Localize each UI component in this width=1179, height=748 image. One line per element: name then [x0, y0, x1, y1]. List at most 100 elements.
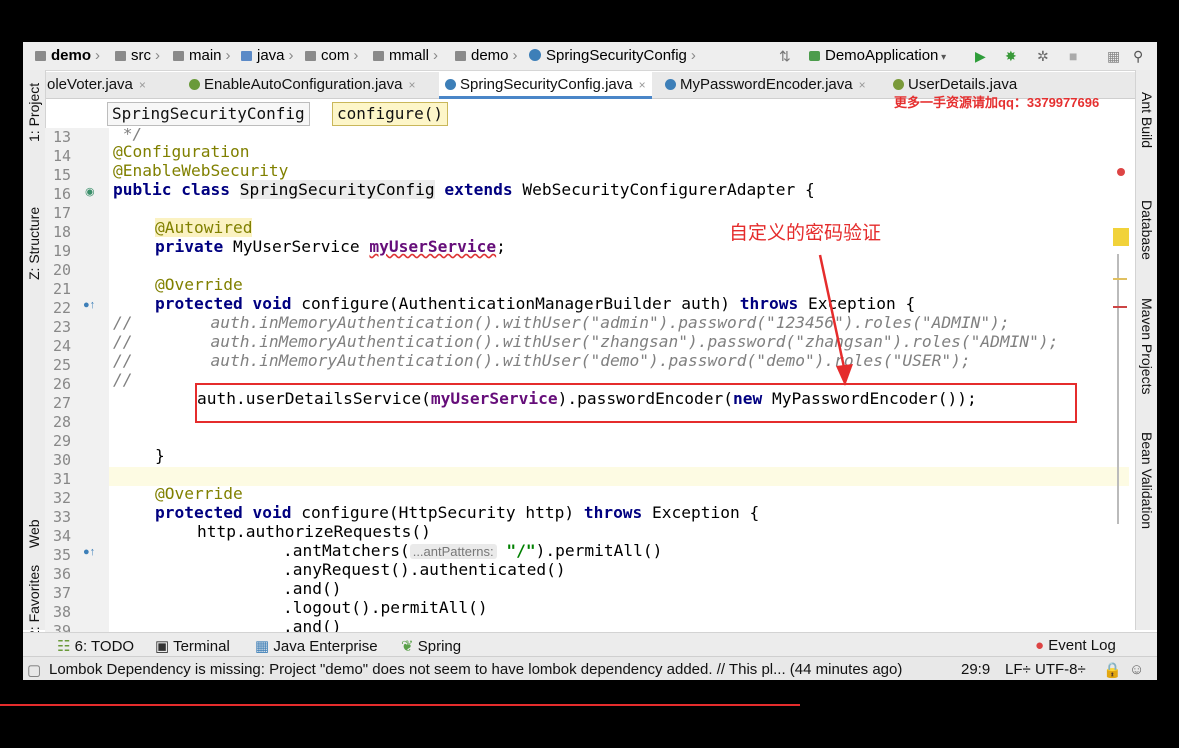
class-icon: [445, 79, 456, 90]
warning-marker[interactable]: [1113, 228, 1129, 246]
close-icon[interactable]: ×: [408, 78, 415, 92]
scrollbar[interactable]: [1117, 254, 1119, 524]
code-line: .antMatchers(...antPatterns: "/").permit…: [283, 541, 663, 560]
nav-crumb-com[interactable]: com ›: [305, 47, 358, 64]
code-line: http.authorizeRequests(): [197, 522, 431, 541]
coverage-icon[interactable]: ✲: [1037, 48, 1049, 65]
caret-position[interactable]: 29:9: [961, 661, 990, 678]
web-tool-button[interactable]: Web: [26, 519, 42, 548]
todo-tool-button[interactable]: ☷ 6: TODO: [57, 637, 134, 655]
right-tool-strip: Ant Build Database Maven Projects Bean V…: [1135, 70, 1157, 630]
spring-tool-button[interactable]: ❦ Spring: [401, 637, 461, 655]
maven-projects-tool-button[interactable]: Maven Projects: [1139, 298, 1155, 394]
bean-validation-tool-button[interactable]: Bean Validation: [1139, 432, 1155, 529]
tool-window-bar: ☷ 6: TODO ▣ Terminal ▦ Java Enterprise ❦…: [23, 632, 1157, 657]
line-number: 37: [53, 584, 72, 602]
code-line: .anyRequest().authenticated(): [283, 560, 566, 579]
line-number: 24: [53, 337, 72, 355]
tab-userdetails[interactable]: UserDetails.java: [893, 76, 1017, 93]
line-number: 23: [53, 318, 72, 336]
nav-crumb-demo-pkg[interactable]: demo ›: [455, 47, 518, 64]
override-icon[interactable]: ●↑: [83, 299, 95, 311]
nav-crumb-demo[interactable]: demo ›: [35, 47, 100, 64]
structure-tool-button[interactable]: Z: Structure: [26, 207, 42, 280]
search-icon[interactable]: ⚲: [1133, 48, 1143, 65]
code-line: .and(): [283, 617, 342, 632]
nav-crumb-main[interactable]: main ›: [173, 47, 231, 64]
event-log-tool-button[interactable]: ● Event Log: [1035, 637, 1116, 654]
annotation-icon: [189, 79, 200, 90]
file-encoding[interactable]: UTF-8÷: [1035, 661, 1086, 678]
inspector-icon[interactable]: ☺: [1129, 661, 1144, 678]
status-message[interactable]: Lombok Dependency is missing: Project "d…: [49, 661, 902, 678]
project-structure-icon[interactable]: ▦: [1107, 48, 1120, 65]
override-icon[interactable]: ●↑: [83, 546, 95, 558]
line-number: 25: [53, 356, 72, 374]
line-number: 22: [53, 299, 72, 317]
debug-icon[interactable]: ✸: [1005, 48, 1017, 65]
nav-crumb-src[interactable]: src ›: [115, 47, 160, 64]
line-number: 27: [53, 394, 72, 412]
line-number: 14: [53, 147, 72, 165]
folder-icon: [173, 51, 184, 61]
run-icon[interactable]: ▶: [975, 48, 986, 65]
folder-icon: [115, 51, 126, 61]
code-line: private MyUserService myUserService;: [155, 237, 506, 256]
line-number: 26: [53, 375, 72, 393]
code-line: //: [113, 370, 133, 389]
close-icon[interactable]: ×: [139, 78, 146, 92]
line-number: 36: [53, 565, 72, 583]
code-line: */: [113, 128, 143, 143]
project-tool-button[interactable]: 1: Project: [26, 83, 42, 142]
run-config-dropdown[interactable]: DemoApplication ▾: [809, 47, 946, 64]
tab-olevoter[interactable]: oleVoter.java ×: [47, 76, 146, 93]
package-icon: [373, 51, 384, 61]
spring-bean-icon[interactable]: ◉: [85, 185, 95, 198]
class-icon: [529, 49, 541, 61]
line-number: 30: [53, 451, 72, 469]
sort-icon[interactable]: ⇅: [779, 48, 791, 65]
breadcrumb-class[interactable]: SpringSecurityConfig: [107, 102, 310, 126]
interface-icon: [893, 79, 904, 90]
line-number: 19: [53, 242, 72, 260]
close-icon[interactable]: ×: [639, 78, 646, 92]
close-icon[interactable]: ×: [859, 78, 866, 92]
line-number: 33: [53, 508, 72, 526]
line-number: 28: [53, 413, 72, 431]
tab-mypasswordencoder[interactable]: MyPasswordEncoder.java ×: [665, 76, 866, 93]
code-line: }: [155, 446, 165, 465]
line-number: 13: [53, 128, 72, 146]
tab-springsecurityconfig[interactable]: SpringSecurityConfig.java ×: [439, 72, 652, 99]
line-number: 21: [53, 280, 72, 298]
left-tool-strip: 1: Project Z: Structure Web 2: Favorites: [23, 70, 46, 638]
lock-icon[interactable]: 🔒: [1103, 661, 1122, 679]
parameter-hint: ...antPatterns:: [409, 544, 497, 559]
favorites-tool-button[interactable]: 2: Favorites: [26, 565, 42, 638]
line-separator[interactable]: LF÷: [1005, 661, 1031, 678]
code-line: @Configuration: [113, 142, 250, 161]
code-line: // auth.inMemoryAuthentication().withUse…: [113, 332, 1059, 351]
status-toggle-icon[interactable]: ▢: [27, 661, 41, 679]
error-indicator-icon[interactable]: [1117, 168, 1125, 176]
breadcrumb-method[interactable]: configure(): [332, 102, 448, 126]
video-progress-bar: [0, 704, 800, 706]
nav-crumb-mmall[interactable]: mmall ›: [373, 47, 438, 64]
terminal-tool-button[interactable]: ▣ Terminal: [155, 637, 230, 655]
code-line: public class SpringSecurityConfig extend…: [113, 180, 815, 199]
stop-icon[interactable]: ■: [1069, 48, 1077, 64]
error-stripe: [1113, 128, 1133, 632]
code-line: @EnableWebSecurity: [113, 161, 289, 180]
code-line: @Override: [155, 275, 243, 294]
java-enterprise-tool-button[interactable]: ▦ Java Enterprise: [255, 637, 378, 655]
ant-build-tool-button[interactable]: Ant Build: [1139, 92, 1155, 148]
line-number: 15: [53, 166, 72, 184]
code-line: .logout().permitAll(): [283, 598, 488, 617]
nav-crumb-java[interactable]: java ›: [241, 47, 294, 64]
database-tool-button[interactable]: Database: [1139, 200, 1155, 260]
nav-crumb-class[interactable]: SpringSecurityConfig ›: [529, 47, 696, 64]
current-line-highlight: [109, 467, 1129, 486]
marker: [1113, 306, 1127, 308]
tab-enableautoconfiguration[interactable]: EnableAutoConfiguration.java ×: [189, 76, 416, 93]
line-number: 34: [53, 527, 72, 545]
code-editor[interactable]: */ @Configuration @EnableWebSecurity pub…: [109, 128, 1129, 632]
